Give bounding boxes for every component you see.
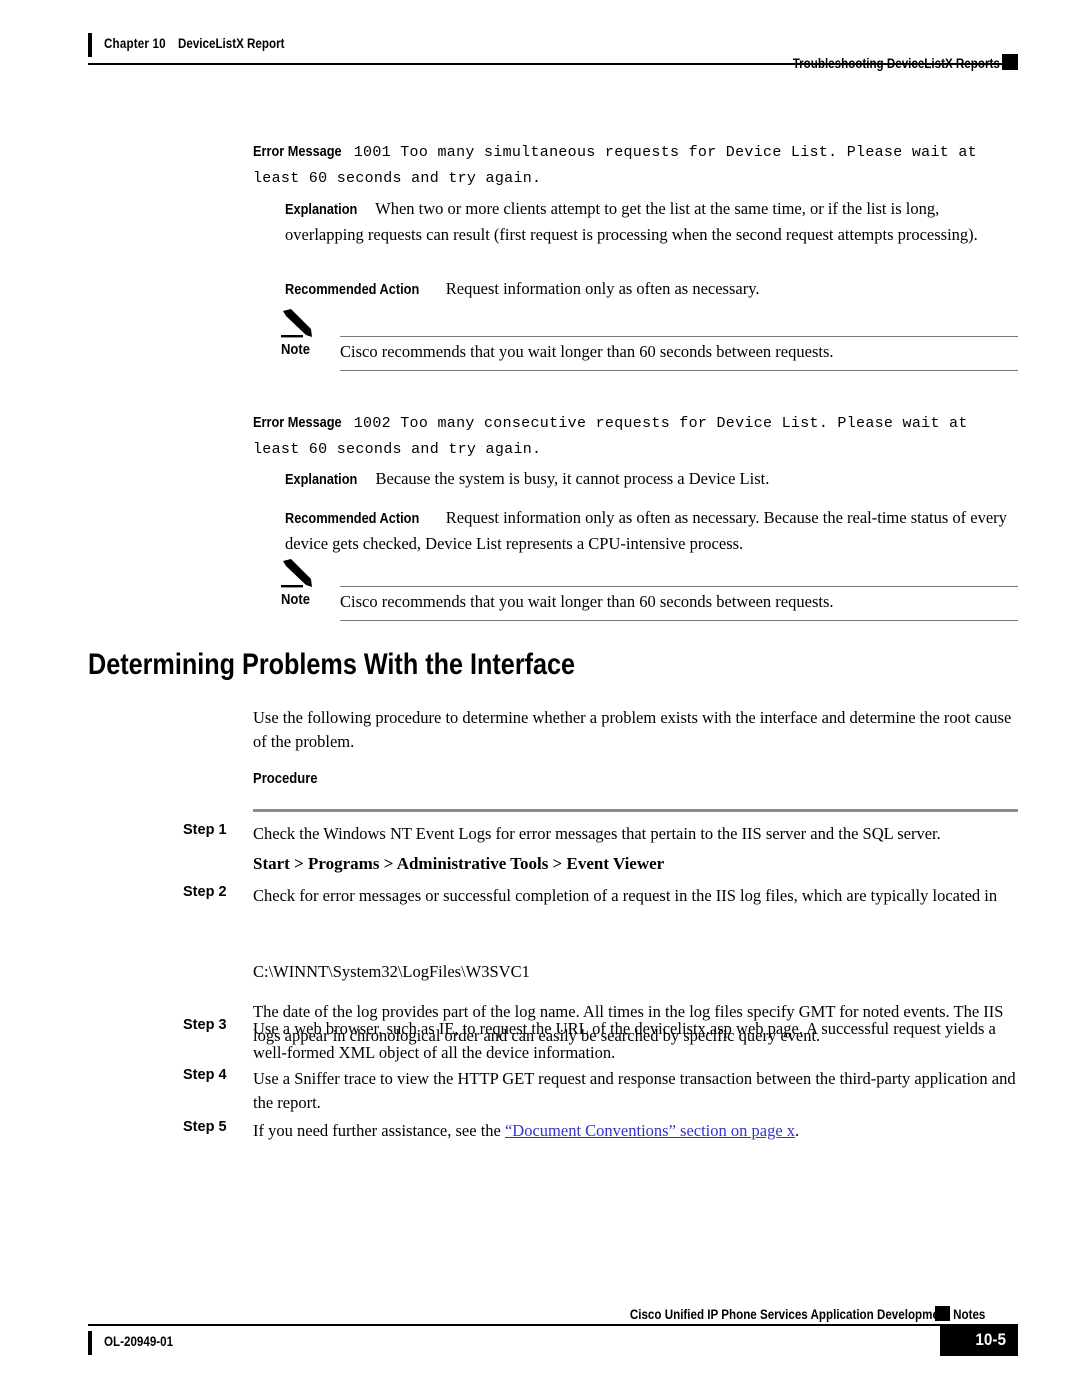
- footer-square-marker-icon: [935, 1306, 950, 1321]
- header-chapter-number: Chapter 10: [104, 36, 166, 51]
- footer-page-number: 10-5: [975, 1330, 1006, 1349]
- footer-document-number: OL-20949-01: [104, 1334, 174, 1349]
- error-message-label: Error Message: [253, 144, 342, 160]
- header-left-tick-mark: [88, 33, 92, 57]
- step-text: Use a Sniffer trace to view the HTTP GET…: [253, 1069, 1016, 1112]
- note-top-rule: [340, 336, 1018, 337]
- step-text-before-link: If you need further assistance, see the: [253, 1121, 505, 1140]
- explanation-label: Explanation: [285, 202, 358, 218]
- step-number: Step 1: [183, 822, 227, 838]
- step-number: Step 3: [183, 1017, 227, 1033]
- note-bottom-rule: [340, 370, 1018, 371]
- explanation-block-1002: Explanation Because the system is busy, …: [285, 467, 1018, 493]
- note-label: Note: [281, 342, 311, 358]
- step-text: Check the Windows NT Event Logs for erro…: [253, 824, 941, 843]
- step-text: Check for error messages or successful c…: [253, 886, 998, 905]
- footer-left-tick-mark: [88, 1331, 92, 1355]
- step-text: Use a web browser, such as IE, to reques…: [253, 1019, 996, 1062]
- error-message-block-1001: Error Message 1001 Too many simultaneous …: [253, 139, 1018, 190]
- header-chapter-title: DeviceListX Report: [178, 36, 285, 51]
- recommended-action-block-1001: Recommended Action Request information o…: [285, 277, 1018, 303]
- explanation-block-1001: Explanation When two or more clients att…: [285, 197, 1018, 246]
- error-message-text: 1002 Too many consecutive requests for D…: [253, 415, 968, 458]
- step-file-path: C:\WINNT\System32\LogFiles\W3SVC1: [253, 962, 530, 981]
- pencil-note-icon: [281, 309, 312, 338]
- note-text: Cisco recommends that you wait longer th…: [340, 342, 834, 361]
- footer-rule: [88, 1324, 1018, 1326]
- explanation-text: Because the system is busy, it cannot pr…: [375, 469, 770, 488]
- explanation-label: Explanation: [285, 472, 358, 488]
- procedure-rule: [253, 809, 1018, 812]
- footer-running-title: Cisco Unified IP Phone Services Applicat…: [629, 1307, 985, 1322]
- error-message-block-1002: Error Message 1002 Too many consecutive r…: [253, 410, 1018, 461]
- section-intro-text: Use the following procedure to determine…: [253, 708, 1012, 751]
- error-message-text: 1001 Too many simultaneous requests for …: [253, 144, 977, 187]
- note-label: Note: [281, 592, 311, 608]
- explanation-text: When two or more clients attempt to get …: [285, 199, 978, 244]
- step-menu-path: Start > Programs > Administrative Tools …: [253, 854, 665, 873]
- recommended-action-block-1002: Recommended Action Request information o…: [285, 506, 1018, 555]
- note-top-rule: [340, 586, 1018, 587]
- section-heading: Determining Problems With the Interface: [88, 648, 576, 681]
- step-text-after-link: .: [795, 1121, 800, 1140]
- note-text: Cisco recommends that you wait longer th…: [340, 592, 834, 611]
- header-square-marker-icon: [1002, 54, 1018, 70]
- step-number: Step 5: [183, 1119, 227, 1135]
- error-message-label: Error Message: [253, 415, 342, 431]
- step-text: If you need further assistance, see the …: [253, 1119, 1018, 1143]
- page-header: Chapter 10 DeviceListX Report Troublesho…: [0, 0, 1080, 86]
- step-number: Step 2: [183, 884, 227, 900]
- procedure-label: Procedure: [253, 771, 318, 787]
- recommended-action-label: Recommended Action: [285, 282, 420, 298]
- note-bottom-rule: [340, 620, 1018, 621]
- step-number: Step 4: [183, 1067, 227, 1083]
- pencil-note-icon: [281, 559, 312, 588]
- footer-page-number-box: 10-5: [940, 1324, 1018, 1356]
- recommended-action-label: Recommended Action: [285, 511, 420, 527]
- document-conventions-link[interactable]: “Document Conventions” section on page x: [505, 1121, 795, 1140]
- recommended-action-text: Request information only as often as nec…: [445, 279, 760, 298]
- header-running-title: Troubleshooting DeviceListX Reports: [792, 56, 1000, 71]
